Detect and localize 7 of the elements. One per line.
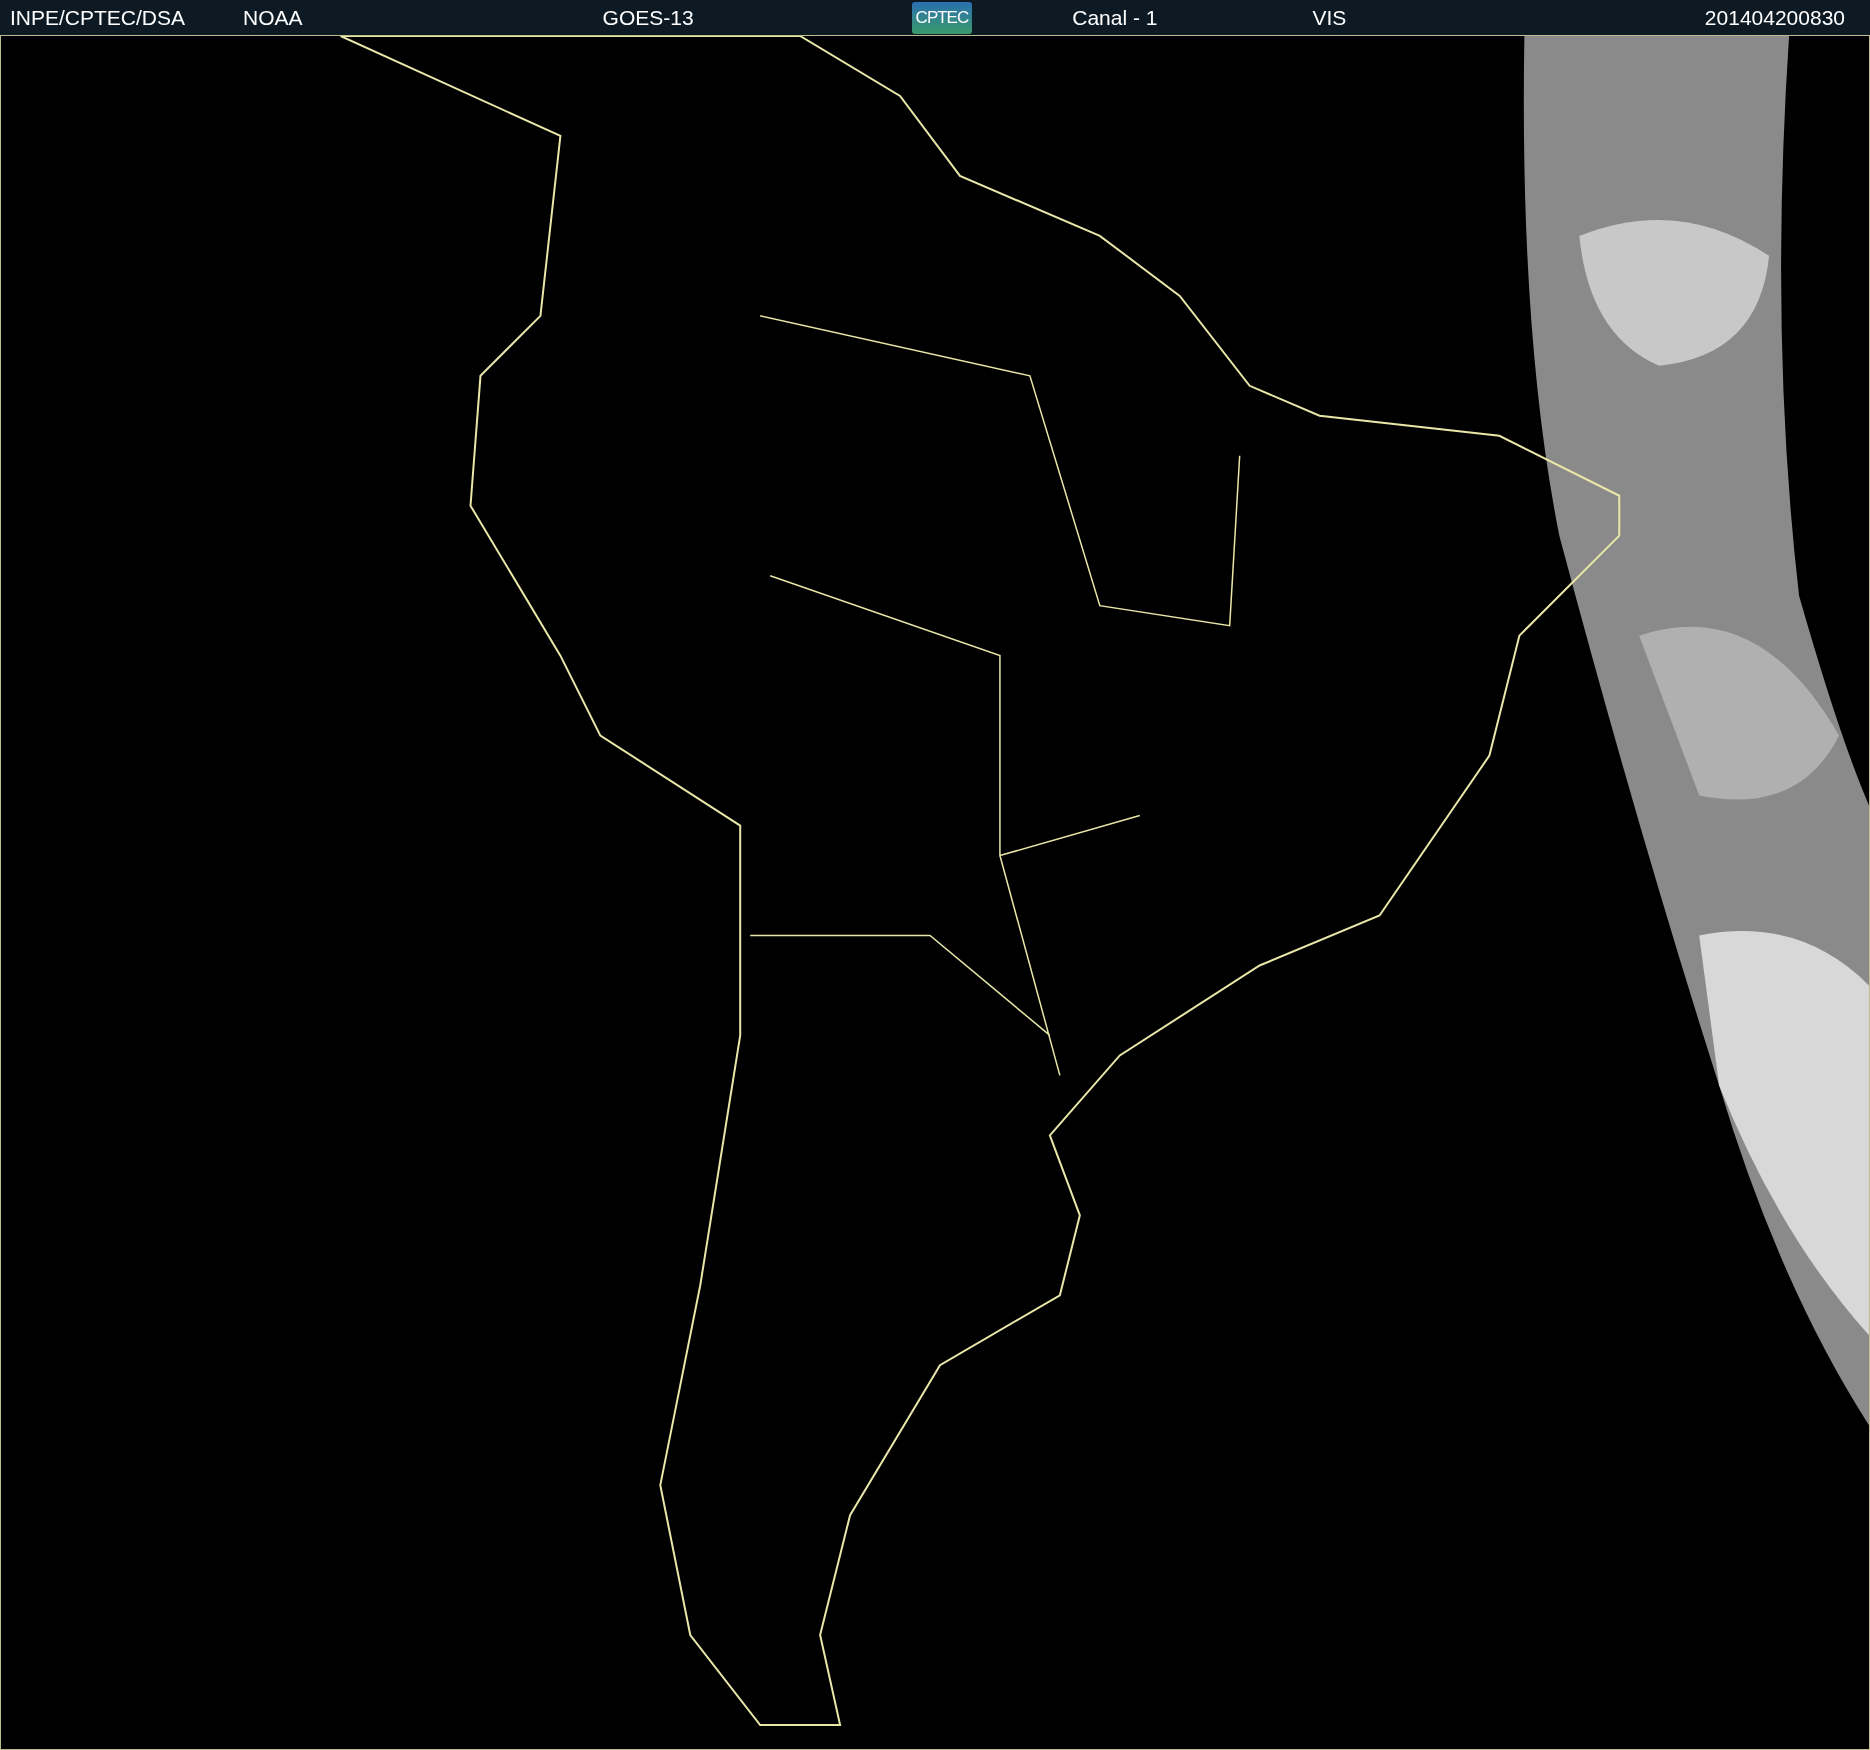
header-label: NOAA <box>243 4 303 31</box>
header-label: GOES-13 <box>602 4 694 31</box>
header-label: VIS <box>1312 4 1347 31</box>
header-label: INPE/CPTEC/DSA <box>10 4 186 31</box>
header-label: Canal - 1 <box>1072 4 1158 31</box>
logo: CPTEC <box>911 1 973 34</box>
header-label: 201404200830 <box>1704 4 1845 31</box>
